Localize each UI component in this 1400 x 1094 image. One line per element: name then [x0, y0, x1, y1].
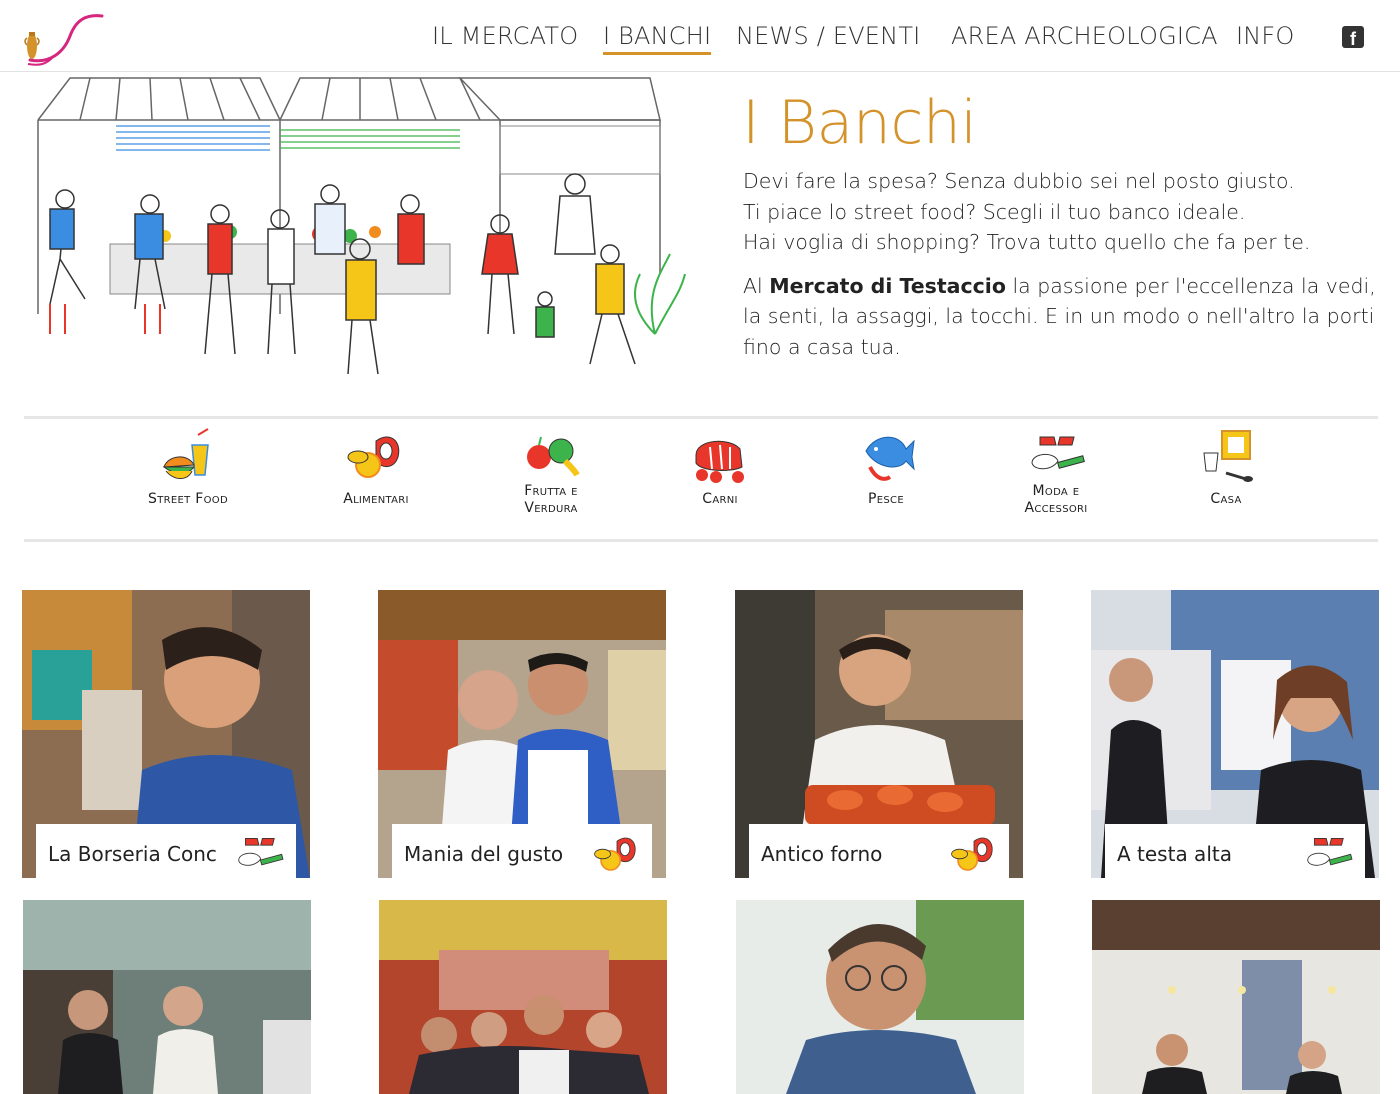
vendor-name: La Borseria Conc	[48, 842, 217, 866]
casa-icon	[1203, 430, 1253, 482]
intro-line-1: Devi fare la spesa? Senza dubbio sei nel…	[743, 169, 1295, 193]
intro-paragraph: Al Mercato di Testaccio la passione per …	[743, 273, 1376, 359]
vendor-label: Antico forno	[749, 824, 1009, 878]
vendor-name: Mania del gusto	[404, 842, 564, 866]
pesce-icon	[865, 436, 915, 481]
category-label: Moda e	[1032, 483, 1080, 499]
category-casa[interactable]: Casa	[1146, 427, 1306, 508]
moda-accessori-icon	[238, 838, 284, 866]
category-label: Alimentari	[343, 491, 409, 507]
intro-line-2: Ti piace lo street food? Scegli il tuo b…	[743, 199, 1246, 224]
category-label: Street Food	[148, 491, 228, 507]
category-label: Frutta e	[524, 483, 578, 499]
alimentari-icon	[347, 436, 400, 478]
category-label: Pesce	[868, 491, 904, 507]
category-label: Casa	[1210, 491, 1242, 507]
vendor-card[interactable]	[379, 900, 667, 1094]
vendor-photo	[1092, 900, 1380, 1094]
category-moda-accessori[interactable]: Moda e Accessori	[976, 427, 1136, 517]
vendor-card[interactable]: La Borseria Conc	[22, 590, 310, 878]
market-illustration	[37, 77, 686, 375]
carni-icon	[695, 440, 744, 483]
market-name: Mercato di Testaccio	[769, 273, 1006, 298]
category-alimentari[interactable]: Alimentari	[296, 427, 456, 508]
vendor-label: Mania del gusto	[392, 824, 652, 878]
vendor-card[interactable]	[1092, 900, 1380, 1094]
category-filter-bar: Street Food Alimentari Frutta e Verdura C…	[24, 416, 1378, 542]
vendor-name: A testa alta	[1117, 842, 1232, 866]
category-label: Carni	[702, 491, 738, 507]
vendor-card[interactable]: Antico forno	[735, 590, 1023, 878]
logo-icon[interactable]	[20, 8, 110, 66]
nav-news-eventi[interactable]: NEWS / EVENTI	[736, 22, 920, 50]
moda-accessori-icon	[1031, 436, 1085, 470]
category-carni[interactable]: Carni	[640, 427, 800, 508]
nav-il-mercato[interactable]: IL MERCATO	[432, 22, 578, 50]
moda-accessori-icon	[1307, 838, 1353, 866]
site-header: IL MERCATO I BANCHI NEWS / EVENTI AREA A…	[0, 0, 1400, 72]
category-pesce[interactable]: Pesce	[806, 427, 966, 508]
page-title: I Banchi	[742, 88, 977, 158]
frutta-verdura-icon	[527, 436, 580, 477]
hero-intro: Devi fare la spesa? Senza dubbio sei nel…	[743, 166, 1383, 375]
vendor-card[interactable]	[23, 900, 311, 1094]
street-food-icon	[162, 428, 209, 479]
nav-i-banchi[interactable]: I BANCHI	[603, 22, 712, 55]
vendor-label: La Borseria Conc	[36, 824, 296, 878]
vendor-card[interactable]: A testa alta	[1091, 590, 1379, 878]
alimentari-icon	[951, 837, 993, 871]
vendor-card[interactable]	[736, 900, 1024, 1094]
vendor-photo	[23, 900, 311, 1094]
category-street-food[interactable]: Street Food	[108, 427, 268, 508]
nav-area-archeologica[interactable]: AREA ARCHEOLOGICA	[951, 22, 1218, 50]
vendor-label: A testa alta	[1105, 824, 1365, 878]
category-frutta-verdura[interactable]: Frutta e Verdura	[471, 427, 631, 517]
intro-line-3: Hai voglia di shopping? Trova tutto quel…	[743, 230, 1311, 254]
nav-info[interactable]: INFO	[1236, 22, 1295, 50]
facebook-icon[interactable]: f	[1342, 26, 1364, 48]
vendor-photo	[379, 900, 667, 1094]
vendor-card[interactable]: Mania del gusto	[378, 590, 666, 878]
vendor-name: Antico forno	[761, 842, 883, 866]
vendor-photo	[736, 900, 1024, 1094]
alimentari-icon	[594, 837, 636, 871]
